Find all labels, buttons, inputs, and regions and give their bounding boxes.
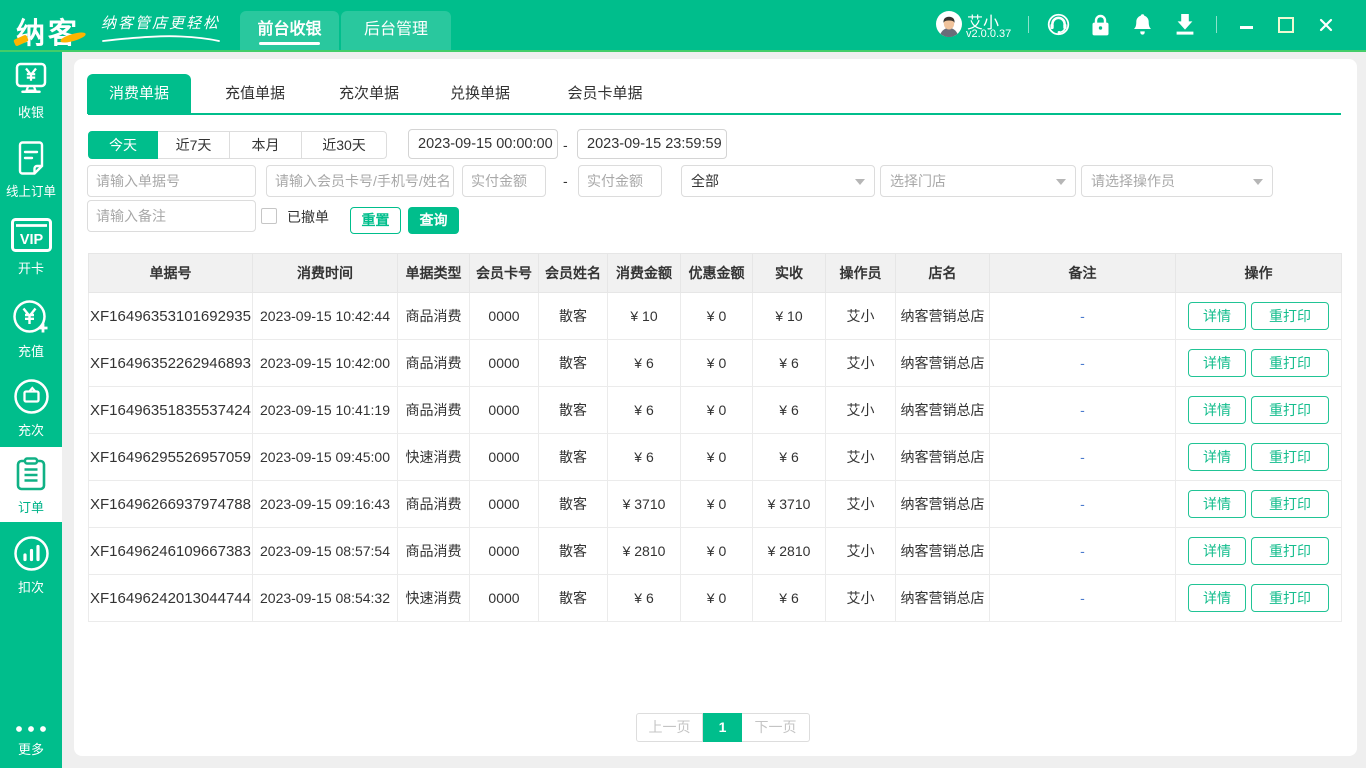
svg-text:VIP: VIP bbox=[19, 232, 43, 248]
